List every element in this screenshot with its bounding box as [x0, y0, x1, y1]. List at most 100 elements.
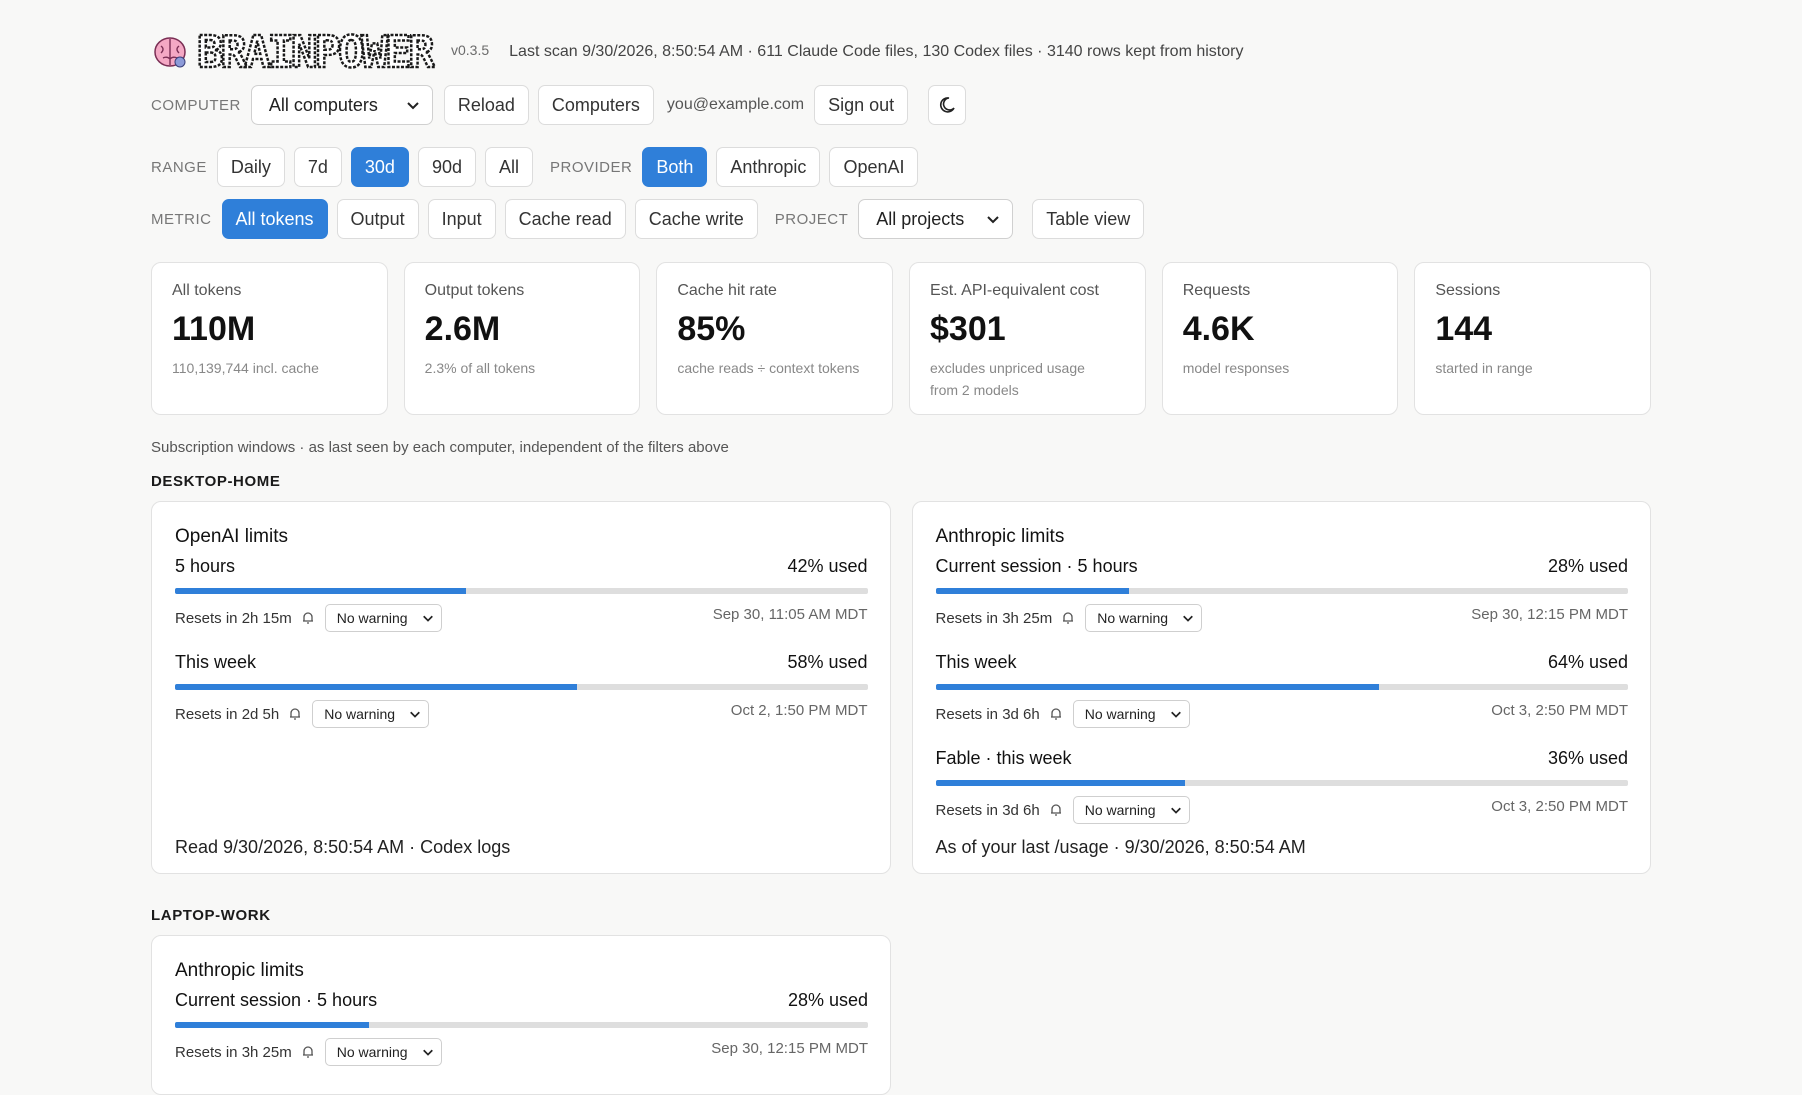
stat-subtitle: cache reads ÷ context tokens — [677, 360, 860, 376]
warning-select[interactable]: No warning — [312, 700, 430, 728]
svg-text:BRAINPOWER: BRAINPOWER — [197, 29, 435, 75]
bell-icon — [290, 708, 301, 720]
stat-subtitle: 110,139,744 incl. cache — [172, 360, 319, 376]
stat-card-cost: Est. API-equivalent cost $301 excludes u… — [909, 262, 1146, 415]
panel-title: Anthropic limits — [175, 960, 304, 981]
limit-item: Current session · 5 hours 28% used Resets… — [935, 556, 1628, 632]
theme-toggle-button[interactable] — [928, 85, 967, 125]
provider-anthropic[interactable]: Anthropic — [716, 147, 821, 187]
app-header: BRAINPOWER v0.3.5 Last scan 9/30/2026, 8… — [151, 24, 1651, 80]
usage-bar — [935, 780, 1628, 786]
usage-bar-fill — [175, 1022, 370, 1028]
reset-time: Sep 30, 11:05 AM MDT — [712, 605, 868, 623]
metric-project-toolbar: METRIC All tokens Output Input Cache rea… — [151, 198, 1651, 240]
stat-subtitle: started in range — [1435, 360, 1533, 376]
reset-time: Sep 30, 12:15 PM MDT — [711, 1039, 868, 1057]
metric-all-tokens[interactable]: All tokens — [221, 199, 328, 239]
limit-name: This week — [175, 652, 257, 672]
bell-icon — [302, 1046, 313, 1058]
computer-select-value: All computers — [268, 94, 378, 115]
computer-toolbar: COMPUTER All computers Reload Computers … — [151, 84, 1651, 126]
stat-value: 110M — [172, 310, 256, 348]
last-scan-status: Last scan 9/30/2026, 8:50:54 AM · 611 Cl… — [509, 43, 1244, 60]
usage-bar-fill — [175, 588, 466, 594]
reset-text: Resets in 3d 6h — [935, 705, 1040, 723]
bell-icon — [1050, 804, 1061, 816]
warning-select[interactable]: No warning — [1072, 700, 1190, 728]
limit-item: Fable · this week 36% used Resets in 3d 6… — [935, 748, 1628, 824]
panel-footer: As of your last /usage · 9/30/2026, 8:50… — [935, 837, 1306, 857]
provider-openai[interactable]: OpenAI — [829, 147, 919, 187]
usage-bar-fill — [935, 588, 1130, 594]
limit-item: This week 58% used Resets in 2d 5h No war… — [175, 652, 868, 728]
sign-out-button[interactable]: Sign out — [814, 85, 909, 125]
range-90d[interactable]: 90d — [417, 147, 476, 187]
metric-input[interactable]: Input — [427, 199, 496, 239]
computer-label: COMPUTER — [151, 96, 241, 114]
range-30d[interactable]: 30d — [350, 147, 409, 187]
limit-item: This week 64% used Resets in 3d 6h No war… — [935, 652, 1628, 728]
computer-select[interactable]: All computers — [250, 85, 433, 125]
warning-select-value: No warning — [324, 706, 396, 722]
warning-select[interactable]: No warning — [1072, 796, 1190, 824]
limits-panel-openai: OpenAI limits 5 hours 42% used Resets in … — [151, 501, 891, 874]
stat-title: Cache hit rate — [677, 282, 777, 299]
chevron-down-icon — [410, 711, 420, 718]
usage-bar — [175, 1022, 868, 1028]
metric-cache-read[interactable]: Cache read — [504, 199, 626, 239]
stat-value: 4.6K — [1182, 310, 1255, 348]
chevron-down-icon — [422, 1049, 433, 1056]
warning-select[interactable]: No warning — [1085, 604, 1203, 632]
reset-time: Oct 3, 2:50 PM MDT — [1491, 701, 1628, 719]
table-view-button[interactable]: Table view — [1032, 199, 1145, 239]
stat-card-all-tokens: All tokens 110M 110,139,744 incl. cache — [151, 262, 388, 415]
warning-select[interactable]: No warning — [324, 604, 442, 632]
metric-cache-write[interactable]: Cache write — [634, 199, 758, 239]
metric-output[interactable]: Output — [336, 199, 419, 239]
provider-label: PROVIDER — [550, 158, 633, 176]
reload-button[interactable]: Reload — [443, 85, 529, 125]
limits-panels: Anthropic limits Current session · 5 hou… — [151, 935, 1651, 1095]
warning-select-value: No warning — [336, 610, 408, 626]
reset-time: Sep 30, 12:15 PM MDT — [1471, 605, 1628, 623]
stat-value: $301 — [930, 310, 1006, 348]
stat-card-requests: Requests 4.6K model responses — [1161, 262, 1399, 415]
limits-panel-anthropic: Anthropic limits Current session · 5 hou… — [151, 935, 891, 1095]
limits-panels: OpenAI limits 5 hours 42% used Resets in … — [151, 501, 1651, 874]
subscription-note: Subscription windows · as last seen by e… — [151, 439, 729, 456]
limit-item: 5 hours 42% used Resets in 2h 15m No warn… — [175, 556, 868, 632]
stat-card-cache-hit-rate: Cache hit rate 85% cache reads ÷ context… — [656, 262, 894, 415]
provider-both[interactable]: Both — [642, 147, 708, 187]
brain-icon — [154, 37, 186, 68]
usage-bar-fill — [935, 780, 1185, 786]
chevron-down-icon — [422, 615, 433, 622]
project-label: PROJECT — [774, 210, 849, 228]
user-email: you@example.com — [666, 96, 805, 113]
warning-select[interactable]: No warning — [324, 1038, 442, 1066]
limit-used: 58% used — [787, 652, 868, 672]
stat-title: Sessions — [1435, 282, 1501, 299]
bell-icon — [1063, 612, 1074, 624]
moon-icon — [940, 97, 955, 113]
page: BRAINPOWER v0.3.5 Last scan 9/30/2026, 8… — [151, 24, 1652, 1095]
project-select[interactable]: All projects — [858, 199, 1014, 239]
warning-select-value: No warning — [1097, 610, 1169, 626]
limit-name: 5 hours — [175, 556, 236, 576]
usage-bar-fill — [935, 684, 1379, 690]
limits-panel-anthropic: Anthropic limits Current session · 5 hou… — [911, 501, 1651, 874]
range-all[interactable]: All — [484, 147, 533, 187]
computers-button[interactable]: Computers — [537, 85, 654, 125]
panel-title: Anthropic limits — [935, 526, 1065, 547]
range-7d[interactable]: 7d — [293, 147, 342, 187]
warning-select-value: No warning — [336, 1044, 408, 1060]
stat-subtitle: 2.3% of all tokens — [424, 360, 536, 376]
limit-used: 28% used — [787, 990, 868, 1010]
stat-value: 85% — [677, 310, 746, 348]
reset-text: Resets in 3h 25m — [935, 609, 1053, 627]
range-provider-toolbar: RANGE Daily 7d 30d 90d All PROVIDER Both… — [151, 146, 1651, 188]
stat-subtitle: excludes unpriced usage from 2 models — [930, 360, 1085, 398]
limit-used: 42% used — [787, 556, 868, 576]
range-daily[interactable]: Daily — [216, 147, 285, 187]
reset-text: Resets in 2h 15m — [175, 609, 292, 627]
warning-select-value: No warning — [1084, 802, 1156, 818]
